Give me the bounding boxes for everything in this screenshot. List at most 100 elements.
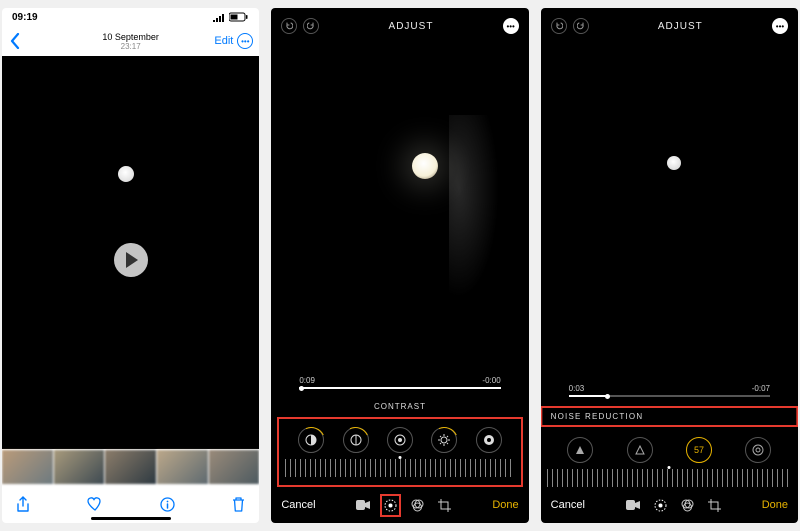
timeline-remaining: -0:00: [482, 376, 500, 385]
vignette-icon: [752, 444, 764, 456]
done-button[interactable]: Done: [492, 499, 518, 511]
definition-icon: [634, 444, 646, 456]
dial-exposure[interactable]: [343, 427, 369, 453]
adjustment-dials: 57: [547, 437, 792, 463]
moon-icon: [667, 156, 681, 170]
undo-button[interactable]: [281, 18, 297, 34]
delete-button[interactable]: [232, 497, 245, 512]
cancel-button[interactable]: Cancel: [281, 499, 315, 511]
edit-button[interactable]: Edit: [214, 35, 233, 47]
favorite-button[interactable]: [87, 497, 103, 511]
moon-icon: [412, 153, 438, 179]
home-indicator[interactable]: [91, 517, 171, 520]
adjust-icon: [384, 499, 397, 512]
editor-canvas[interactable]: [541, 44, 798, 384]
highlight-box: [277, 417, 522, 487]
sharpness-icon: [574, 444, 586, 456]
tab-filters[interactable]: [411, 499, 424, 512]
brightness-icon: [438, 434, 450, 446]
tool-tabs: [626, 499, 721, 512]
crop-icon: [708, 499, 721, 512]
thumb[interactable]: [54, 450, 105, 484]
moon-icon: [118, 166, 134, 182]
media-viewport[interactable]: [2, 56, 259, 449]
crop-icon: [438, 499, 451, 512]
playhead[interactable]: [299, 386, 304, 391]
undo-icon: [555, 22, 563, 30]
thumb[interactable]: [105, 450, 156, 484]
timeline-track[interactable]: [569, 395, 770, 397]
tab-crop[interactable]: [708, 499, 721, 512]
photo-time: 23:17: [102, 42, 159, 51]
tab-video[interactable]: [626, 500, 640, 510]
dial-contrast[interactable]: [298, 427, 324, 453]
info-icon: [160, 497, 175, 512]
tab-adjust[interactable]: [654, 499, 667, 512]
redo-button[interactable]: [573, 18, 589, 34]
adjust-contrast-screen: ADJUST ••• 0:09 -0:00 CONTRAST Cancel: [271, 8, 528, 523]
dial-definition[interactable]: [627, 437, 653, 463]
highlights-icon: [394, 434, 406, 446]
back-button[interactable]: [10, 33, 20, 49]
timeline-elapsed: 0:03: [569, 384, 585, 393]
share-button[interactable]: [16, 496, 30, 513]
contrast-icon: [305, 434, 317, 446]
dial-brightness[interactable]: [431, 427, 457, 453]
undo-icon: [285, 22, 293, 30]
adjust-noise-screen: ADJUST ••• 0:03 -0:07 NOISE REDUCTION 57…: [541, 8, 798, 523]
trash-icon: [232, 497, 245, 512]
heart-icon: [87, 497, 103, 511]
tab-filters[interactable]: [681, 499, 694, 512]
dial-vignette[interactable]: [745, 437, 771, 463]
redo-button[interactable]: [303, 18, 319, 34]
timeline-remaining: -0:07: [752, 384, 770, 393]
dial-sharpness[interactable]: [567, 437, 593, 463]
thumb[interactable]: [2, 450, 53, 484]
cancel-button[interactable]: Cancel: [551, 499, 585, 511]
adjust-icon: [654, 499, 667, 512]
more-button[interactable]: •••: [237, 33, 253, 49]
chevron-left-icon: [10, 33, 20, 49]
editor-bottombar: Cancel Done: [271, 487, 528, 523]
adjustment-slider[interactable]: [547, 469, 792, 487]
editor-topbar: ADJUST •••: [541, 8, 798, 44]
editor-more-button[interactable]: •••: [772, 18, 788, 34]
video-icon: [626, 500, 640, 510]
editor-topbar: ADJUST •••: [271, 8, 528, 44]
editor-canvas[interactable]: [271, 44, 528, 376]
timeline-elapsed: 0:09: [299, 376, 315, 385]
dial-noise-reduction[interactable]: 57: [686, 437, 712, 463]
done-button[interactable]: Done: [762, 499, 788, 511]
thumb[interactable]: [209, 450, 260, 484]
status-icons: [212, 12, 249, 22]
dial-highlights[interactable]: [387, 427, 413, 453]
redo-icon: [307, 22, 315, 30]
adjustment-dials: [285, 427, 514, 453]
timeline[interactable]: 0:09 -0:00: [271, 376, 528, 392]
cloud-shape: [449, 115, 499, 298]
nav-bar: 10 September 23:17 Edit •••: [2, 26, 259, 56]
tool-tabs: [356, 499, 451, 512]
exposure-icon: [350, 434, 362, 446]
thumbnail-strip[interactable]: [2, 449, 259, 485]
thumb[interactable]: [157, 450, 208, 484]
timeline[interactable]: 0:03 -0:07: [541, 384, 798, 400]
tab-video[interactable]: [356, 500, 370, 510]
editor-more-button[interactable]: •••: [503, 18, 519, 34]
status-bar: 09:19: [2, 8, 259, 26]
tab-adjust[interactable]: [384, 499, 397, 512]
play-button[interactable]: [114, 243, 148, 277]
filters-icon: [411, 499, 424, 512]
tab-crop[interactable]: [438, 499, 451, 512]
video-icon: [356, 500, 370, 510]
info-button[interactable]: [160, 497, 175, 512]
timeline-track[interactable]: [299, 387, 500, 389]
editor-bottombar: Cancel Done: [541, 487, 798, 523]
battery-icon: [229, 12, 249, 22]
adjustment-slider[interactable]: [285, 459, 514, 477]
photos-viewer-screen: 09:19 10 September 23:17 Edit ••• HDR: [2, 8, 259, 523]
playhead[interactable]: [605, 394, 610, 399]
undo-button[interactable]: [551, 18, 567, 34]
editor-title: ADJUST: [389, 21, 434, 32]
dial-vignette[interactable]: [476, 427, 502, 453]
